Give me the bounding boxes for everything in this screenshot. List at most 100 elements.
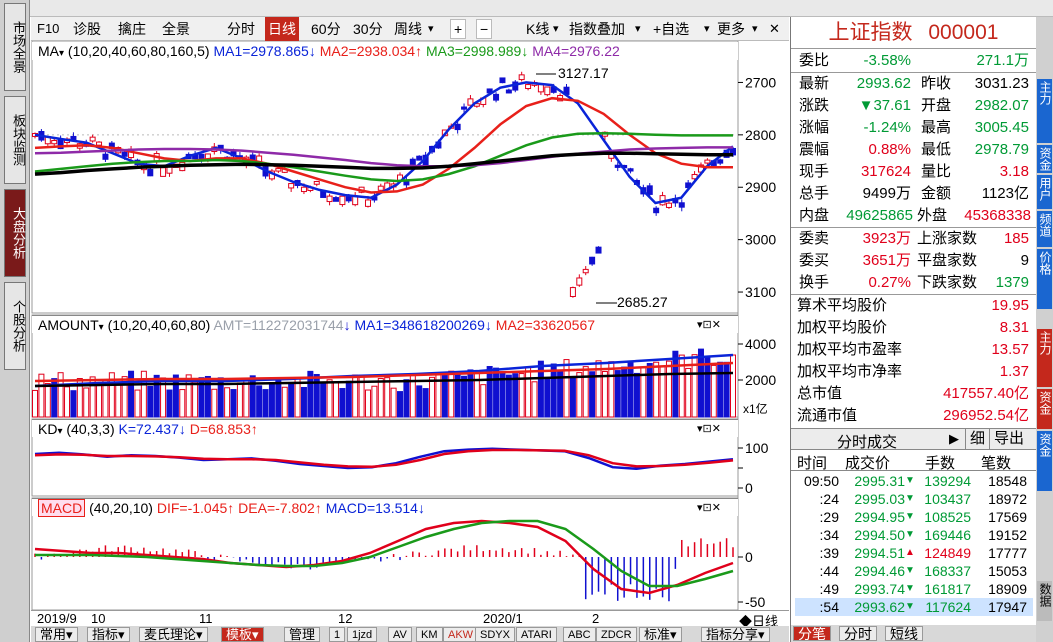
amount-pane-menu-icon[interactable]: ▾⊡✕	[697, 318, 721, 331]
side-tab-main-force[interactable]: 主力	[1037, 79, 1052, 143]
tick-row[interactable]: :49 2993.74 ▼ 161817 18909	[795, 580, 1033, 598]
kd-dropdown-icon[interactable]: ▾	[57, 426, 62, 437]
tick-row[interactable]: :54 2993.62 ▼ 117624 17947	[795, 598, 1033, 616]
side-tab-user[interactable]: 用户	[1037, 175, 1052, 209]
period-60m-button[interactable]: 60分	[311, 17, 341, 41]
period-dropdown-icon[interactable]: ▾	[428, 17, 434, 41]
tick-table[interactable]: 09:50 2995.31 ▼ 139294 18548:24 2995.03 ▼ 10343…	[795, 472, 1033, 618]
tab-common[interactable]: 常用▾	[35, 627, 78, 642]
tick-row[interactable]: 09:50 2995.31 ▼ 139294 18548	[795, 472, 1033, 490]
tab-atari[interactable]: ATARI	[516, 627, 557, 642]
more-chevron-down-icon[interactable]: ▾	[752, 17, 758, 41]
tab-stock-analysis[interactable]: 个股分析	[4, 282, 26, 370]
macd-pane-menu-icon[interactable]: ▾⊡✕	[697, 501, 721, 514]
moving-average-lines	[34, 81, 734, 205]
zoom-in-button[interactable]: +	[450, 19, 467, 39]
tab-market-overview[interactable]: 市场全景	[4, 3, 26, 91]
export-button[interactable]: 导出	[989, 429, 1024, 449]
more-button[interactable]: 更多	[717, 17, 745, 41]
high-annotation: 3127.17	[558, 65, 609, 81]
tab-ticks[interactable]: 分笔	[793, 626, 831, 641]
tab-abc[interactable]: ABC	[563, 627, 596, 642]
kd-legend[interactable]: KD▾ (40,3,3) K=72.437↓ D=68.853↑	[38, 421, 258, 437]
amount-legend[interactable]: AMOUNT▾ (10,20,40,60,80) AMT=11227203174…	[38, 317, 595, 333]
tab-av[interactable]: AV	[388, 627, 412, 642]
tab-sector-monitor[interactable]: 板块监测	[4, 96, 26, 184]
tick-row[interactable]: :24 2995.03 ▼ 103437 18972	[795, 490, 1033, 508]
tab-manage[interactable]: 管理	[284, 627, 321, 642]
expand-icon[interactable]: ▶	[949, 431, 959, 447]
candle-body	[544, 86, 551, 96]
dif-arrow: ↑	[227, 500, 235, 516]
side-tab-capital[interactable]: 资金	[1037, 145, 1052, 173]
tab-1[interactable]: 1	[329, 627, 346, 642]
tick-row[interactable]: :39 2994.51 ▲ 124849 17777	[795, 544, 1033, 562]
macd-name[interactable]: MACD	[38, 499, 86, 517]
tab-1jzd[interactable]: 1jzd	[347, 627, 378, 642]
select-button[interactable]: 擒庄	[118, 17, 146, 41]
side-tab-fund[interactable]: 资金	[1037, 389, 1052, 429]
date-label-nov: 11	[199, 611, 213, 626]
tab-minutes[interactable]: 分时	[839, 626, 877, 641]
side-tab-data[interactable]: 数据	[1037, 581, 1052, 621]
macd-legend[interactable]: MACD (40,20,10) DIF=-1.045↑ DEA=-7.802↑ …	[38, 499, 425, 517]
ma-legend[interactable]: MA▾ (10,20,40,60,80,160,5) MA1=2978.865↓…	[38, 43, 620, 59]
f10-button[interactable]: F10	[37, 17, 59, 41]
index-code: 000001	[928, 21, 999, 44]
period-daily-button[interactable]: 日线	[265, 17, 299, 41]
amount-bar	[262, 389, 269, 418]
close-chart-icon[interactable]: ✕	[769, 17, 780, 41]
amount-bar	[332, 382, 339, 418]
tick-volume: 168337	[924, 563, 971, 579]
period-30m-button[interactable]: 30分	[353, 17, 383, 41]
amount-bar	[166, 389, 173, 418]
diagnose-button[interactable]: 诊股	[73, 17, 101, 41]
kline-type-dropdown[interactable]: K线	[526, 17, 549, 41]
amount-bar	[256, 385, 263, 418]
add-watchlist-button[interactable]: +自选	[653, 17, 689, 41]
watchlist-chevron-down-icon[interactable]: ▾	[704, 17, 710, 41]
tick-row[interactable]: :34 2994.50 ▼ 169446 19152	[795, 526, 1033, 544]
tab-akw[interactable]: AKW	[443, 627, 479, 642]
tab-km[interactable]: KM	[416, 627, 443, 642]
ma-dropdown-icon[interactable]: ▾	[59, 48, 64, 59]
tab-zdcr[interactable]: ZDCR	[596, 627, 637, 642]
side-tab-price[interactable]: 价格	[1037, 249, 1052, 309]
zoom-out-button[interactable]: −	[476, 19, 493, 39]
tick-time: :24	[819, 491, 839, 507]
up-count-label: 上涨家数	[917, 230, 978, 247]
tab-standard[interactable]: 标准▾	[639, 627, 682, 642]
period-minute-button[interactable]: 分时	[227, 17, 255, 41]
amount-bar	[326, 379, 333, 418]
tab-template[interactable]: 模板▾	[221, 627, 264, 642]
tab-indicator-share[interactable]: 指标分享▾	[701, 627, 770, 642]
tick-time: :39	[819, 545, 839, 561]
pane-border	[31, 41, 739, 314]
panorama-button[interactable]: 全景	[162, 17, 190, 41]
tick-row[interactable]: :29 2994.95 ▼ 108525 17569	[795, 508, 1033, 526]
tab-market-analysis[interactable]: 大盘分析	[4, 189, 26, 277]
detail-button[interactable]: 细	[965, 429, 985, 449]
tab-standard-label: 标准	[644, 627, 671, 642]
weibi-value: -3.58%	[863, 52, 911, 69]
kd-pane-menu-icon[interactable]: ▾⊡✕	[697, 422, 721, 435]
tab-mai-theory[interactable]: 麦氏理论▾	[139, 627, 208, 642]
side-tab-fund-flow[interactable]: 资金	[1037, 431, 1052, 491]
tab-indicator[interactable]: 指标▾	[87, 627, 130, 642]
candle-body	[300, 186, 307, 193]
tick-row[interactable]: :44 2994.46 ▼ 168337 15053	[795, 562, 1033, 580]
tab-short[interactable]: 短线	[885, 626, 923, 641]
kline-chevron-down-icon[interactable]: ▾	[553, 17, 559, 41]
amount-bar	[601, 371, 608, 418]
amount-dropdown-icon[interactable]: ▾	[99, 322, 104, 333]
side-tab-channel[interactable]: 频道	[1037, 211, 1052, 247]
tick-direction-icon: ▼	[905, 511, 915, 522]
period-weekly-button[interactable]: 周线	[394, 17, 422, 41]
tab-sdyx[interactable]: SDYX	[475, 627, 515, 642]
date-label-feb: 2	[592, 611, 600, 626]
index-overlay-dropdown[interactable]: 指数叠加	[569, 17, 625, 41]
side-tab-main[interactable]: 主力	[1037, 329, 1052, 387]
overlay-chevron-down-icon[interactable]: ▾	[635, 17, 641, 41]
amount-bar	[589, 371, 596, 418]
tab-template-label: 模板	[226, 627, 253, 642]
